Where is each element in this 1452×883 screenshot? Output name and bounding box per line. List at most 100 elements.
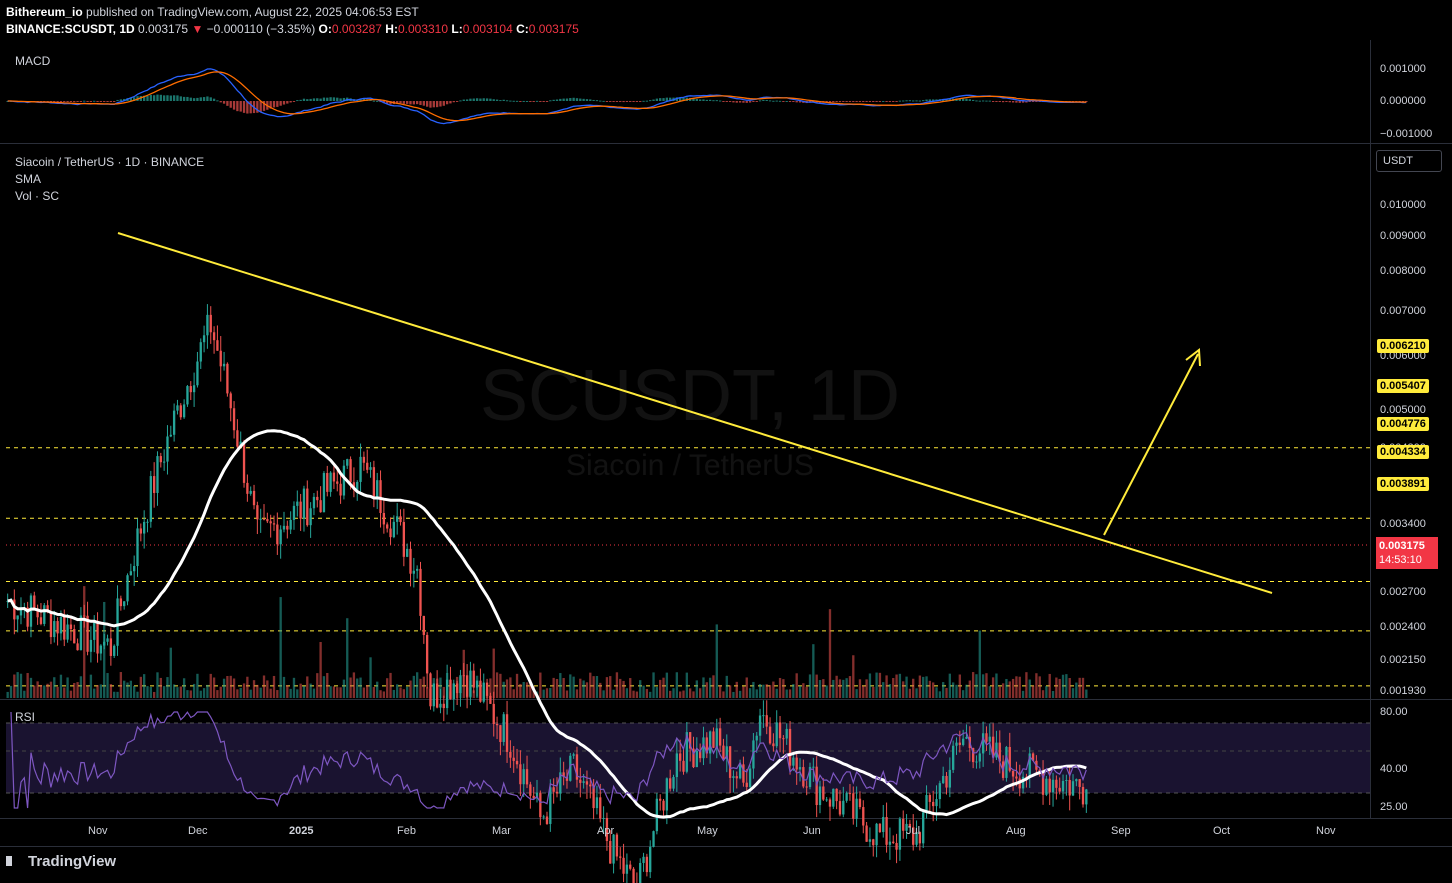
candle-body[interactable] xyxy=(166,436,169,462)
candle-body[interactable] xyxy=(645,856,649,873)
candle-body[interactable] xyxy=(495,724,499,726)
macd-divider[interactable] xyxy=(0,143,1452,144)
level-tag[interactable]: 0.006210 xyxy=(1377,339,1429,353)
candle-body[interactable] xyxy=(226,363,229,394)
candle-body[interactable] xyxy=(56,621,59,634)
candle-body[interactable] xyxy=(935,799,938,807)
candle-body[interactable] xyxy=(798,767,802,770)
candle-body[interactable] xyxy=(126,575,129,602)
candle-body[interactable] xyxy=(955,742,958,746)
candle-body[interactable] xyxy=(1015,776,1018,779)
candle-body[interactable] xyxy=(1078,779,1081,787)
candle-body[interactable] xyxy=(199,342,202,362)
candle-body[interactable] xyxy=(642,856,645,863)
candle-body[interactable] xyxy=(599,797,602,819)
price-axis-divider[interactable] xyxy=(1370,40,1371,819)
candle-body[interactable] xyxy=(312,496,316,509)
candle-body[interactable] xyxy=(552,787,555,792)
candle-body[interactable] xyxy=(409,548,412,574)
candle-body[interactable] xyxy=(219,350,222,367)
candle-body[interactable] xyxy=(455,683,459,694)
level-tag[interactable]: 0.004334 xyxy=(1377,445,1429,459)
candle-body[interactable] xyxy=(832,788,835,807)
candle-body[interactable] xyxy=(895,842,898,850)
candle-body[interactable] xyxy=(103,641,106,646)
candle-body[interactable] xyxy=(828,799,832,807)
candle-body[interactable] xyxy=(449,679,452,700)
candle-body[interactable] xyxy=(762,715,765,717)
candle-body[interactable] xyxy=(1075,779,1078,782)
candle-body[interactable] xyxy=(123,601,126,607)
candle-body[interactable] xyxy=(282,525,286,530)
candle-body[interactable] xyxy=(236,430,239,447)
candle-body[interactable] xyxy=(382,512,386,525)
candle-body[interactable] xyxy=(326,473,329,492)
candle-body[interactable] xyxy=(622,857,625,874)
candle-body[interactable] xyxy=(872,839,875,846)
candle-body[interactable] xyxy=(482,682,485,702)
candle-body[interactable] xyxy=(585,781,589,785)
candle-body[interactable] xyxy=(336,481,339,484)
candle-body[interactable] xyxy=(975,761,978,763)
candle-body[interactable] xyxy=(119,598,123,607)
candle-body[interactable] xyxy=(256,505,259,520)
candle-body[interactable] xyxy=(1011,770,1015,777)
candle-body[interactable] xyxy=(322,473,326,513)
candle-body[interactable] xyxy=(885,817,888,845)
candle-body[interactable] xyxy=(33,595,36,609)
candle-body[interactable] xyxy=(845,793,848,801)
candle-body[interactable] xyxy=(902,818,905,831)
candle-body[interactable] xyxy=(316,496,319,501)
candle-body[interactable] xyxy=(69,624,73,630)
candle-body[interactable] xyxy=(309,508,312,526)
candle-body[interactable] xyxy=(842,800,845,815)
candle-body[interactable] xyxy=(898,818,902,850)
candle-body[interactable] xyxy=(738,764,742,779)
currency-button[interactable]: USDT xyxy=(1376,150,1442,172)
macd-signal-line[interactable] xyxy=(7,71,1087,122)
macd-title[interactable]: MACD xyxy=(15,54,50,68)
candle-body[interactable] xyxy=(422,615,425,635)
candle-body[interactable] xyxy=(206,314,209,336)
candle-body[interactable] xyxy=(202,335,206,343)
candle-body[interactable] xyxy=(396,516,399,522)
candle-body[interactable] xyxy=(479,680,482,702)
descending-trendline[interactable] xyxy=(117,232,1273,594)
candle-body[interactable] xyxy=(985,733,988,742)
candle-body[interactable] xyxy=(159,456,162,463)
candle-body[interactable] xyxy=(755,735,758,741)
candle-body[interactable] xyxy=(649,846,652,873)
candle-body[interactable] xyxy=(928,795,932,802)
candle-body[interactable] xyxy=(735,776,738,779)
candle-body[interactable] xyxy=(539,792,542,818)
macd-line[interactable] xyxy=(7,68,1087,125)
candle-body[interactable] xyxy=(1068,779,1071,796)
candle-body[interactable] xyxy=(1055,779,1058,788)
candle-body[interactable] xyxy=(346,459,349,466)
candle-body[interactable] xyxy=(515,760,519,765)
candle-body[interactable] xyxy=(276,524,279,545)
main-legend-symbol[interactable]: Siacoin / TetherUS · 1D · BINANCE xyxy=(15,155,204,169)
candle-body[interactable] xyxy=(459,675,462,694)
candle-body[interactable] xyxy=(435,683,439,708)
candle-body[interactable] xyxy=(775,722,778,747)
candle-body[interactable] xyxy=(249,490,252,494)
candle-body[interactable] xyxy=(782,738,785,740)
candle-body[interactable] xyxy=(715,728,718,748)
candle-body[interactable] xyxy=(922,812,925,844)
candle-body[interactable] xyxy=(758,715,762,736)
candle-body[interactable] xyxy=(152,476,156,493)
candle-body[interactable] xyxy=(532,795,535,799)
candle-body[interactable] xyxy=(545,816,549,824)
candle-body[interactable] xyxy=(572,754,575,756)
candle-body[interactable] xyxy=(73,629,76,644)
candle-body[interactable] xyxy=(176,405,179,411)
candle-body[interactable] xyxy=(579,779,582,783)
candle-body[interactable] xyxy=(156,456,159,493)
candle-body[interactable] xyxy=(632,868,635,883)
candle-body[interactable] xyxy=(43,605,46,624)
candle-body[interactable] xyxy=(555,791,559,794)
candle-body[interactable] xyxy=(1085,789,1088,805)
candle-body[interactable] xyxy=(512,757,515,761)
candle-body[interactable] xyxy=(695,751,698,768)
